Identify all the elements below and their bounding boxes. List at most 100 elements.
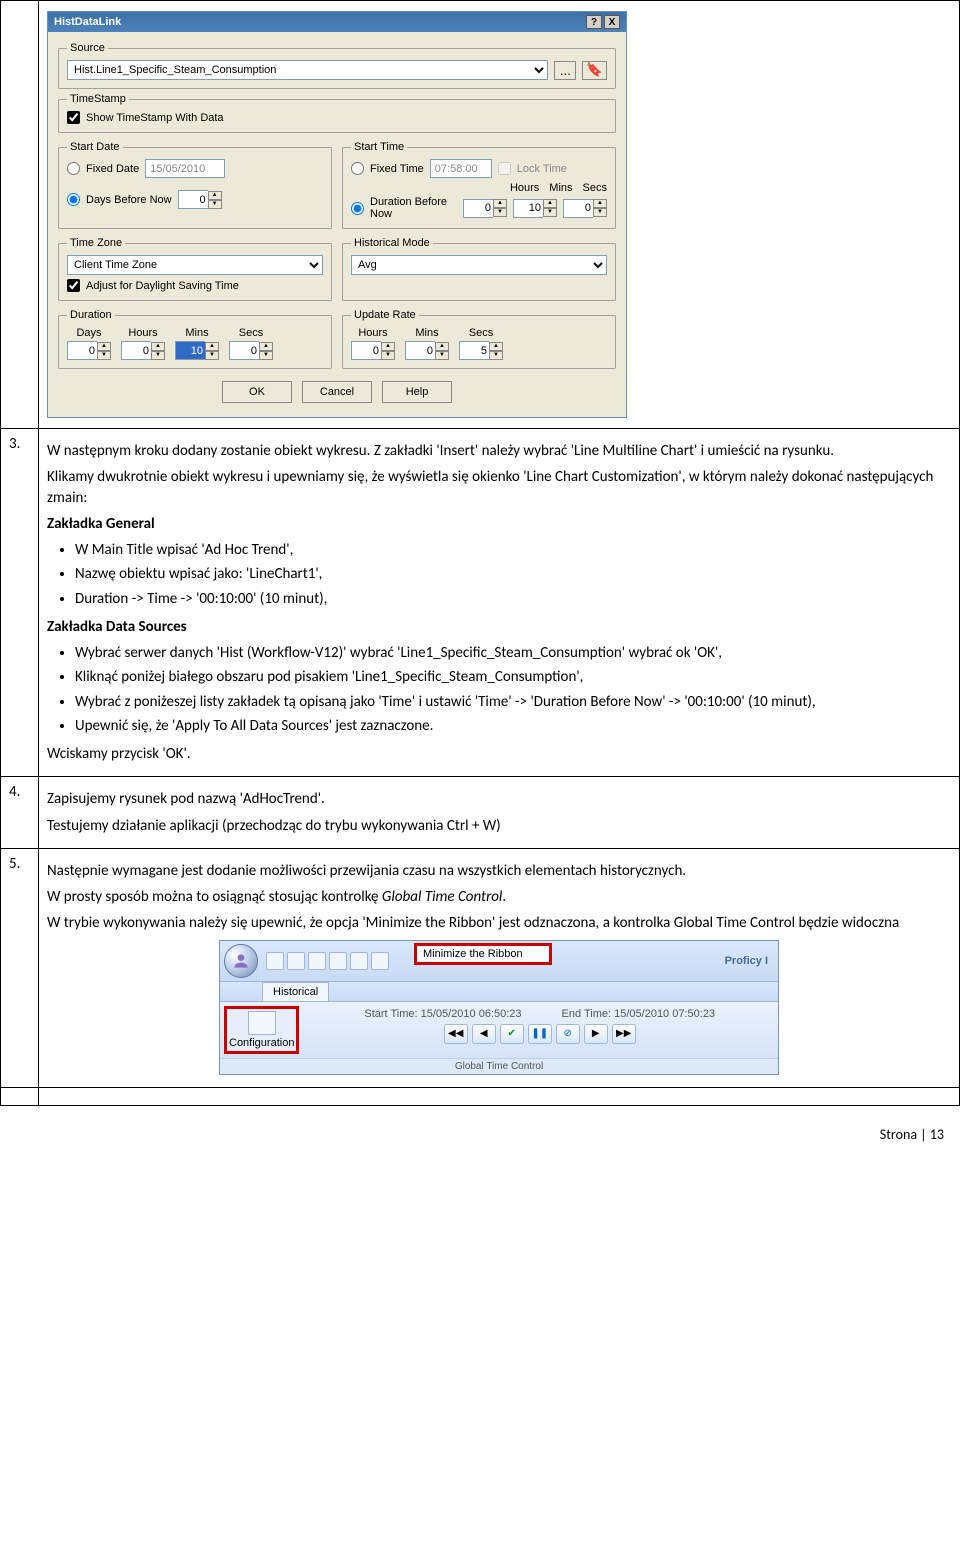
qat-icon[interactable]	[308, 952, 326, 970]
duration-group: Duration Days▲▼ Hours▲▼ Mins▲▼ Secs▲▼	[58, 309, 332, 369]
start-date-group: Start Date Fixed Date Days Before Now ▲▼	[58, 141, 332, 229]
dst-checkbox[interactable]	[67, 279, 80, 292]
step-5-number: 5.	[1, 848, 39, 1087]
qat-icon[interactable]	[329, 952, 347, 970]
dur-hours-spinner[interactable]: ▲▼	[121, 341, 165, 360]
heading-datasources: Zakładka Data Sources	[47, 618, 187, 636]
gen-bullet-2: Nazwę obiektu wpisać jako: 'LineChart1',	[75, 564, 951, 584]
app-orb-icon[interactable]	[224, 944, 258, 978]
qat-icon[interactable]	[266, 952, 284, 970]
fast-forward-button[interactable]: ▶▶	[612, 1024, 636, 1044]
dur-secs-spinner[interactable]: ▲▼	[229, 341, 273, 360]
gen-bullet-1: W Main Title wpisać 'Ad Hoc Trend',	[75, 540, 951, 560]
minimize-ribbon-tooltip: Minimize the Ribbon	[414, 943, 552, 965]
show-timestamp-checkbox[interactable]	[67, 111, 80, 124]
step-3-number: 3.	[1, 429, 39, 777]
dur-days-spinner[interactable]: ▲▼	[67, 341, 111, 360]
page-footer: Strona | 13	[0, 1106, 960, 1151]
duration-before-label: Duration Before Now	[370, 196, 457, 220]
step-3-ok: Wciskamy przycisk 'OK'.	[47, 744, 951, 764]
st-mins-spinner[interactable]: ▲▼	[513, 199, 557, 218]
start-date-legend: Start Date	[67, 141, 123, 153]
step-4-number: 4.	[1, 777, 39, 849]
end-time-label: End Time: 15/05/2010 07:50:23	[562, 1008, 716, 1020]
gen-bullet-3: Duration -> Time -> '00:10:00' (10 minut…	[75, 589, 951, 609]
forward-button[interactable]: ▶	[584, 1024, 608, 1044]
configuration-icon	[248, 1011, 276, 1035]
help-button[interactable]: Help	[382, 381, 452, 403]
fixed-date-label: Fixed Date	[86, 163, 139, 175]
source-group: Source Hist.Line1_Specific_Steam_Consump…	[58, 42, 616, 89]
help-icon[interactable]: ?	[586, 15, 602, 29]
histmode-group: Historical Mode Avg	[342, 237, 616, 301]
histdatalink-dialog: HistDataLink ? X Source Hist.Line1_Speci…	[47, 11, 627, 418]
ur-secs-spinner[interactable]: ▲▼	[459, 341, 503, 360]
timestamp-group: TimeStamp Show TimeStamp With Data	[58, 93, 616, 133]
step-5-p2: W prosty sposób można to osiągnąć stosuj…	[47, 887, 951, 907]
fixed-date-input	[145, 159, 225, 178]
dur-mins-spinner[interactable]: ▲▼	[175, 341, 219, 360]
quick-access-toolbar	[266, 952, 389, 970]
source-select[interactable]: Hist.Line1_Specific_Steam_Consumption	[67, 60, 548, 80]
fixed-time-label: Fixed Time	[370, 163, 424, 175]
back-button[interactable]: ◀	[472, 1024, 496, 1044]
heading-general: Zakładka General	[47, 515, 155, 533]
histmode-select[interactable]: Avg	[351, 255, 607, 275]
timestamp-legend: TimeStamp	[67, 93, 129, 105]
step-5-p1: Następnie wymagane jest dodanie możliwoś…	[47, 861, 951, 881]
ds-bullet-1: Wybrać serwer danych 'Hist (Workflow-V12…	[75, 643, 951, 663]
step-3-intro: W następnym kroku dodany zostanie obiekt…	[47, 441, 951, 461]
tab-historical[interactable]: Historical	[262, 982, 329, 1001]
start-time-legend: Start Time	[351, 141, 407, 153]
brand-label: Proficy I	[725, 955, 774, 967]
ok-button[interactable]: OK	[222, 381, 292, 403]
step-3-p2: Klikamy dwukrotnie obiekt wykresu i upew…	[47, 467, 951, 508]
ribbon-screenshot: Minimize the Ribbon Proficy I Historical…	[219, 940, 779, 1075]
st-secs-spinner[interactable]: ▲▼	[563, 199, 607, 218]
fixed-time-input	[430, 159, 492, 178]
dst-label: Adjust for Daylight Saving Time	[86, 280, 239, 292]
step-5-p3: W trybie wykonywania należy się upewnić,…	[47, 913, 951, 933]
timezone-select[interactable]: Client Time Zone	[67, 255, 323, 275]
timezone-group: Time Zone Client Time Zone Adjust for Da…	[58, 237, 332, 301]
days-before-spinner[interactable]: ▲▼	[178, 190, 222, 209]
fixed-date-radio[interactable]	[67, 162, 80, 175]
lock-time-checkbox	[498, 162, 511, 175]
ds-bullet-3: Wybrać z poniżeszej listy zakładek tą op…	[75, 692, 951, 712]
duration-legend: Duration	[67, 309, 115, 321]
step-4-p1: Zapisujemy rysunek pod nazwą 'AdHocTrend…	[47, 789, 951, 809]
window-title: HistDataLink	[54, 16, 121, 28]
start-time-group: Start Time Fixed Time Lock Time Hours Mi…	[342, 141, 616, 229]
play-button[interactable]: ✔	[500, 1024, 524, 1044]
source-legend: Source	[67, 42, 108, 54]
configuration-button[interactable]: Configuration	[224, 1006, 299, 1054]
title-bar: HistDataLink ? X	[48, 12, 626, 32]
days-before-label: Days Before Now	[86, 194, 172, 206]
stop-button[interactable]: ⊘	[556, 1024, 580, 1044]
ds-bullet-2: Kliknąć poniżej białego obszaru pod pisa…	[75, 667, 951, 687]
show-timestamp-label: Show TimeStamp With Data	[86, 112, 224, 124]
tag-button[interactable]: 🔖	[582, 61, 607, 80]
ur-hours-spinner[interactable]: ▲▼	[351, 341, 395, 360]
playback-controls: ◀◀ ◀ ✔ ❚❚ ⊘ ▶ ▶▶	[444, 1024, 636, 1044]
configuration-label: Configuration	[229, 1037, 294, 1049]
ur-mins-spinner[interactable]: ▲▼	[405, 341, 449, 360]
fixed-time-radio[interactable]	[351, 162, 364, 175]
timezone-legend: Time Zone	[67, 237, 125, 249]
rewind-button[interactable]: ◀◀	[444, 1024, 468, 1044]
qat-icon[interactable]	[350, 952, 368, 970]
step-4-p2: Testujemy działanie aplikacji (przechodz…	[47, 816, 951, 836]
days-before-radio[interactable]	[67, 193, 80, 206]
close-icon[interactable]: X	[604, 15, 620, 29]
pause-button[interactable]: ❚❚	[528, 1024, 552, 1044]
qat-icon[interactable]	[371, 952, 389, 970]
qat-icon[interactable]	[287, 952, 305, 970]
browse-button[interactable]: ...	[554, 61, 576, 80]
st-hours-spinner[interactable]: ▲▼	[463, 199, 507, 218]
duration-before-radio[interactable]	[351, 202, 364, 215]
updaterate-legend: Update Rate	[351, 309, 419, 321]
panel-label: Global Time Control	[220, 1058, 778, 1074]
ds-bullet-4: Upewnić się, że 'Apply To All Data Sourc…	[75, 716, 951, 736]
lock-time-label: Lock Time	[517, 163, 567, 175]
cancel-button[interactable]: Cancel	[302, 381, 372, 403]
